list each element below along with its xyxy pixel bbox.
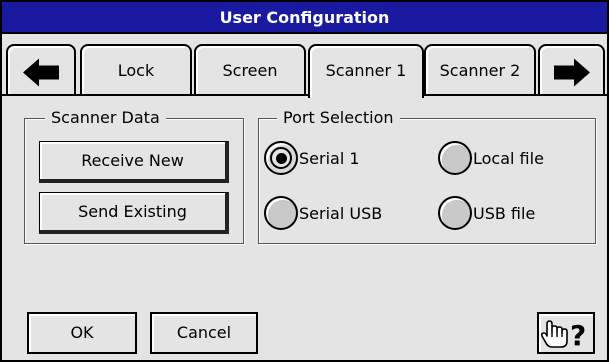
radio-serial-usb[interactable]: Serial USB bbox=[264, 196, 382, 230]
radio-serial-usb-label: Serial USB bbox=[299, 203, 383, 223]
tab-lock[interactable]: Lock bbox=[80, 44, 192, 96]
radio-serial-usb-indicator[interactable] bbox=[264, 196, 298, 230]
receive-new-button[interactable]: Receive New bbox=[39, 141, 229, 183]
port-selection-legend: Port Selection bbox=[277, 108, 400, 128]
window-title: User Configuration bbox=[2, 2, 607, 34]
radio-serial-1-label: Serial 1 bbox=[299, 148, 360, 168]
radio-local-file-label: Local file bbox=[473, 148, 544, 168]
user-configuration-window: User Configuration Lock Screen Scanner 1… bbox=[0, 0, 609, 362]
send-existing-button[interactable]: Send Existing bbox=[39, 192, 229, 234]
radio-usb-file[interactable]: USB file bbox=[438, 196, 535, 230]
scanner-data-legend: Scanner Data bbox=[45, 108, 166, 128]
tab-screen[interactable]: Screen bbox=[194, 44, 306, 96]
tab-scroll-right[interactable] bbox=[538, 44, 605, 96]
left-arrow-icon bbox=[23, 58, 59, 87]
tab-strip: Lock Screen Scanner 1 Scanner 2 bbox=[2, 36, 607, 100]
cancel-button[interactable]: Cancel bbox=[150, 312, 258, 354]
ok-button[interactable]: OK bbox=[27, 312, 137, 354]
tab-baseline bbox=[2, 94, 607, 96]
right-arrow-icon bbox=[553, 58, 590, 87]
pointing-hand-question-icon: ? bbox=[540, 319, 586, 352]
svg-text:?: ? bbox=[570, 319, 586, 352]
radio-serial-1-indicator[interactable] bbox=[264, 141, 298, 175]
radio-usb-file-indicator[interactable] bbox=[438, 196, 472, 230]
tab-scroll-left[interactable] bbox=[6, 44, 76, 96]
radio-selected-dot bbox=[275, 152, 287, 164]
radio-local-file[interactable]: Local file bbox=[438, 141, 544, 175]
radio-usb-file-label: USB file bbox=[473, 203, 536, 223]
tab-scanner-1[interactable]: Scanner 1 bbox=[308, 44, 424, 100]
tab-scanner-2[interactable]: Scanner 2 bbox=[424, 44, 536, 96]
radio-serial-1[interactable]: Serial 1 bbox=[264, 141, 360, 175]
radio-local-file-indicator[interactable] bbox=[438, 141, 472, 175]
help-button[interactable]: ? bbox=[537, 312, 595, 354]
